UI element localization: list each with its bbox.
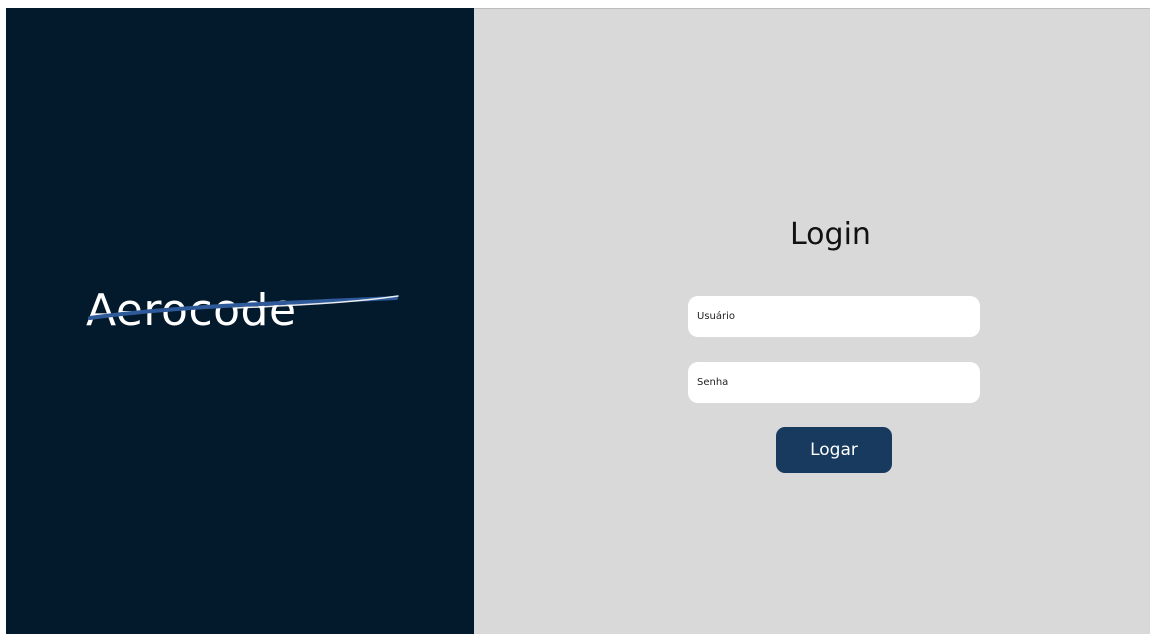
login-button[interactable]: Logar — [776, 427, 892, 473]
app-frame: Aerocode Login Logar — [6, 8, 1150, 634]
login-panel: Login Logar — [474, 8, 1150, 634]
password-input[interactable] — [688, 362, 980, 403]
brand-panel: Aerocode — [6, 8, 474, 634]
logo-text: Aerocode — [86, 285, 297, 336]
aerocode-logo: Aerocode — [86, 276, 406, 346]
username-input[interactable] — [688, 296, 980, 337]
login-title: Login — [790, 217, 871, 252]
